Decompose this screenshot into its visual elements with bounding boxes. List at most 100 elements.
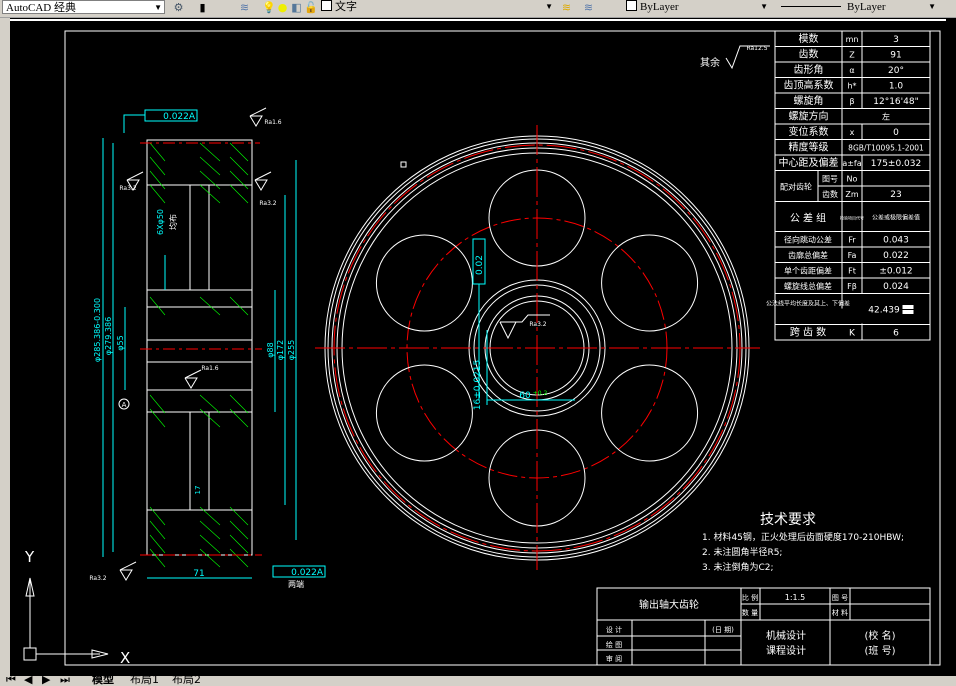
tolerance-value: ±0.012 [879,267,912,277]
hatch-line [199,156,221,176]
param-value: 左 [882,112,890,122]
tolerance-group-header: 公 差 组 [790,212,826,225]
param-name: 模数 [799,32,819,45]
param-name: 齿形角 [794,64,824,76]
layer-dropdown[interactable]: 文字 ▼ [318,0,555,14]
drawing-canvas[interactable]: 0.02 16±0.0215 60 +0.2 Ra3.2 其余 Ra12.5 φ285.38… [10,18,956,676]
hatch-line [149,184,166,204]
roughness-symbol [184,369,202,389]
front-view: 0.02 16±0.0215 60 +0.2 Ra3.2 其余 Ra12.5 [315,45,770,570]
tech-item: 1. 材料45钢，正火处理后齿面硬度170-210HBW; [702,531,904,543]
hatch-line [229,548,249,568]
param-value: 8GB/T10095.1-2001 [848,144,924,153]
tolerance-value: 0.022 [883,251,909,261]
web-section [189,184,210,291]
hatch-line [199,394,221,414]
drawing-no-label: 图 号 [832,594,848,602]
make-current-layer-icon[interactable]: ≋ [560,1,573,14]
part-name: 输出轴大齿轮 [639,598,699,611]
param-name: 螺旋方向 [789,110,829,123]
next-tab-button[interactable]: ▶ [42,674,50,686]
hatch-line [149,296,166,316]
hatch-line [229,184,249,204]
layer-previous-icon[interactable]: ≋ [582,1,595,14]
pair-gear-item: 齿数 [822,189,838,199]
symmetry-tolerance-value: 0.02 [475,255,485,275]
keyway-width-dimension: 16±0.0215 [473,360,483,410]
root-diameter-dimension: φ279.386 [104,317,113,355]
hatch-line [149,548,166,568]
both-ends-note: 两端 [288,579,304,589]
lightening-hole [375,234,473,332]
param-name: 中心距及偏差 [779,156,839,169]
param-symbol: β [849,97,854,106]
param-symbol: mn [846,35,859,44]
base-tangent-length-value: 42.439 [868,306,900,316]
param-name: 齿顶高系数 [784,79,834,92]
other-roughness-value: Ra12.5 [746,45,767,52]
workspace-settings-icon[interactable]: ⚙ [172,1,185,14]
param-value: 3 [893,35,899,45]
runout-tolerance-bottom: 0.022 [291,568,317,578]
pair-gear-symbol: No [847,175,858,184]
linetype-value: ByLayer [847,1,886,13]
datum-ref-top: A [189,112,196,122]
chevron-down-icon: ▼ [154,3,162,12]
roughness-label: Ra3.2 [89,575,106,582]
hub-diameter-dimension: φ88 [266,342,275,357]
hatch-line [199,142,221,162]
course-name-1: 机械设计 [766,629,806,642]
datum-a-label: A [122,401,127,409]
param-symbol: h* [847,82,856,91]
chevron-down-icon: ▼ [545,2,553,11]
lock-icon[interactable]: ▮ [196,1,209,14]
param-value: 1.0 [889,82,904,92]
grip-marker [400,161,407,168]
layer-on-icon[interactable]: 💡 [262,1,276,14]
roughness-label: Ra3.2 [259,200,276,207]
param-name: 精度等级 [789,141,829,154]
linetype-dropdown[interactable]: ByLayer ▼ [778,0,938,14]
hatch-line [199,184,221,204]
param-value: 0 [893,128,899,138]
freeze-icon[interactable]: ● [276,1,289,14]
chevron-down-icon: ▼ [760,2,768,11]
rim-diameter-dimension: φ255 [287,340,296,361]
class-number: (班 号) [865,645,896,657]
layer-manager-icon[interactable]: ≋ [238,1,251,14]
ucs-y-label: Y [24,548,35,566]
hatch-line [199,296,221,316]
tolerance-item: 螺旋线总偏差 [784,281,832,291]
keyway-deviation: +0.2 [533,390,548,397]
tolerance-value: 0.024 [883,282,909,292]
side-view: φ285.386-0.300 φ279.386 φ55 φ88 φ172 φ255 6Xφ5… [89,107,326,589]
reviewer-label: 审 阅 [606,654,622,663]
first-tab-button[interactable]: ⏮ [6,674,16,686]
roughness-label: Ra3.2 [529,321,546,328]
span-teeth-label: 跨 齿 数 [790,326,826,339]
tab-layout2[interactable]: 布局2 [172,674,201,686]
tech-title: 技术要求 [760,512,816,528]
last-tab-button[interactable]: ⏭ [60,674,70,686]
keyway-depth-dimension: 60 [519,391,531,401]
lock-layer-icon[interactable]: 🔓 [304,1,318,14]
workspace-dropdown[interactable]: AutoCAD 经典 ▼ [2,0,165,14]
lightening-hole [375,364,473,462]
scale-label: 比 例 [742,593,758,602]
datum-ref-bottom: A [317,568,324,578]
base-tangent-length-label: 公法线平均长度及其上、下偏差 [766,300,850,308]
prev-tab-button[interactable]: ◀ [24,674,32,686]
school-name: (校 名) [865,629,896,642]
param-name: 齿数 [799,48,819,61]
param-symbol: x [850,128,855,137]
chevron-down-icon: ▼ [928,2,936,11]
hatch-line [229,520,249,540]
color-dropdown[interactable]: ByLayer ▼ [623,0,770,14]
width-dimension: 71 [193,569,204,579]
toolbar: AutoCAD 经典 ▼ ⚙ ▮ ≋ 💡 ● ◧ 🔓 文字 ▼ ≋ ≋ ByLaye… [0,0,956,18]
tab-model[interactable]: 模型 [92,674,114,686]
ucs-icon: Y X [23,548,130,667]
hatch-line [149,156,166,176]
viewport-icon[interactable]: ◧ [290,1,303,14]
tab-layout1[interactable]: 布局1 [130,674,159,686]
